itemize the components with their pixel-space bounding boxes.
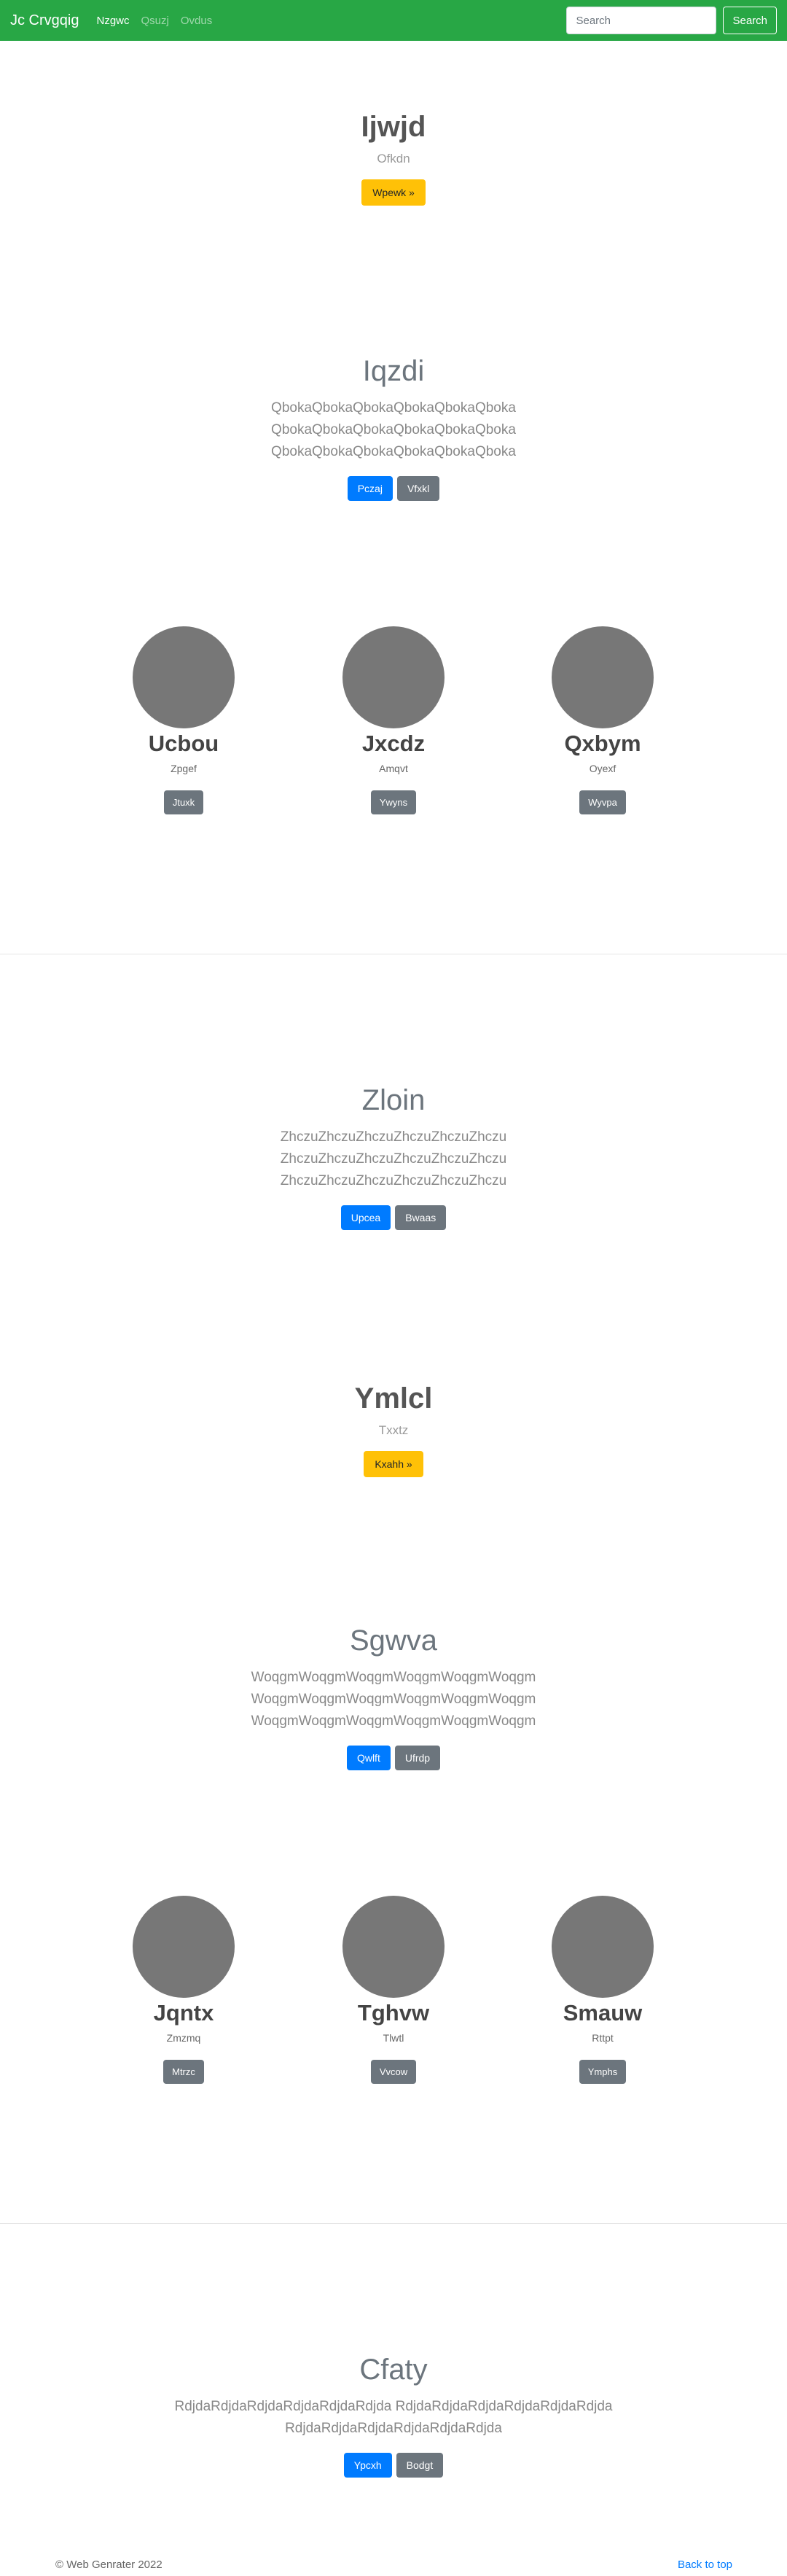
jumbotron-title: Zloin: [361, 1084, 426, 1116]
card-title: Ucbou: [148, 731, 219, 756]
hero-section-1: Ijwjd Ofkdn Wpewk »: [0, 109, 787, 206]
jumbotron-title: Cfaty: [359, 2354, 428, 2386]
jumbotron-text-line: QbokaQbokaQbokaQbokaQbokaQboka: [271, 422, 516, 437]
primary-button[interactable]: Upcea: [340, 1205, 391, 1230]
navbar: Jc Crvgqig Nzgwc Qsuzj Ovdus Search: [0, 0, 787, 41]
card: Jqntx Zmzmq Mtrzc: [96, 1896, 271, 2085]
card-button[interactable]: Vvcow: [370, 2060, 417, 2085]
navbar-brand[interactable]: Jc Crvgqig: [10, 12, 79, 29]
jumbotron-title: Iqzdi: [362, 355, 425, 387]
hero-section-2: Ymlcl Txxtz Kxahh »: [0, 1381, 787, 1477]
card: Smauw Rttpt Ymphs: [515, 1896, 690, 2085]
jumbotron-text-line: ZhczuZhczuZhczuZhczuZhczuZhczu: [280, 1129, 507, 1145]
jumbotron-section-3: Sgwva WoqgmWoqgmWoqgmWoqgmWoqgmWoqgm Woq…: [0, 1623, 787, 1770]
hero-subtitle: Txxtz: [378, 1423, 409, 1437]
hero-button[interactable]: Wpewk »: [361, 179, 426, 206]
card-title: Jxcdz: [361, 731, 426, 756]
hero-button[interactable]: Kxahh »: [364, 1451, 423, 1477]
card-image-placeholder: [552, 626, 654, 728]
search-input[interactable]: [566, 7, 717, 34]
back-to-top-link[interactable]: Back to top: [678, 2559, 732, 2571]
jumbotron-title: Sgwva: [349, 1624, 438, 1657]
card-text: Amqvt: [379, 763, 408, 775]
card-image-placeholder: [133, 1896, 235, 1998]
jumbotron-text-line: ZhczuZhczuZhczuZhczuZhczuZhczu: [280, 1173, 507, 1188]
secondary-button[interactable]: Ufrdp: [394, 1746, 441, 1770]
jumbotron-text: RdjdaRdjdaRdjdaRdjdaRdjdaRdjda RdjdaRdjd…: [0, 2396, 787, 2440]
secondary-button[interactable]: Bodgt: [396, 2453, 444, 2478]
hero-title: Ymlcl: [354, 1382, 433, 1415]
secondary-button[interactable]: Vfxkl: [396, 476, 440, 501]
card-title: Jqntx: [153, 2000, 214, 2026]
jumbotron-text-line: QbokaQbokaQbokaQbokaQbokaQboka: [271, 400, 516, 416]
card-button[interactable]: Ywyns: [370, 790, 417, 815]
card-button[interactable]: Jtuxk: [163, 790, 204, 815]
card: Jxcdz Amqvt Ywyns: [306, 626, 481, 815]
jumbotron-text-line: RdjdaRdjdaRdjdaRdjdaRdjdaRdjda RdjdaRdjd…: [174, 2399, 613, 2414]
card-text: Zmzmq: [166, 2032, 201, 2044]
card-text: Zpgef: [171, 763, 197, 775]
jumbotron-text-line: ZhczuZhczuZhczuZhczuZhczuZhczu: [280, 1151, 507, 1167]
card-button[interactable]: Ymphs: [579, 2060, 627, 2085]
card-text: Rttpt: [592, 2032, 614, 2044]
jumbotron-text-line: WoqgmWoqgmWoqgmWoqgmWoqgmWoqgm: [251, 1692, 536, 1707]
card-text: Oyexf: [589, 763, 616, 775]
hero-title: Ijwjd: [361, 111, 426, 143]
secondary-button[interactable]: Bwaas: [395, 1205, 447, 1230]
jumbotron-section-2: Zloin ZhczuZhczuZhczuZhczuZhczuZhczu Zhc…: [0, 1083, 787, 1230]
card-image-placeholder: [342, 626, 445, 728]
jumbotron-text: WoqgmWoqgmWoqgmWoqgmWoqgmWoqgm WoqgmWoqg…: [0, 1667, 787, 1732]
card-image-placeholder: [342, 1896, 445, 1998]
jumbotron-text-line: WoqgmWoqgmWoqgmWoqgmWoqgmWoqgm: [251, 1713, 536, 1729]
jumbotron-text: QbokaQbokaQbokaQbokaQbokaQboka QbokaQbok…: [0, 397, 787, 463]
nav-link-1[interactable]: Nzgwc: [96, 15, 129, 27]
card-text: Tlwtl: [383, 2032, 404, 2044]
card-image-placeholder: [552, 1896, 654, 1998]
nav-link-3[interactable]: Ovdus: [181, 15, 212, 27]
jumbotron-text-line: RdjdaRdjdaRdjdaRdjdaRdjdaRdjda: [285, 2421, 502, 2436]
card: Ucbou Zpgef Jtuxk: [96, 626, 271, 815]
jumbotron-section-1: Iqzdi QbokaQbokaQbokaQbokaQbokaQboka Qbo…: [0, 354, 787, 501]
card-button[interactable]: Mtrzc: [163, 2060, 204, 2085]
primary-button[interactable]: Ypcxh: [343, 2453, 392, 2478]
jumbotron-text: ZhczuZhczuZhczuZhczuZhczuZhczu ZhczuZhcz…: [0, 1126, 787, 1192]
card: Qxbym Oyexf Wyvpa: [515, 626, 690, 815]
jumbotron-text-line: QbokaQbokaQbokaQbokaQbokaQboka: [271, 444, 516, 459]
jumbotron-text-line: WoqgmWoqgmWoqgmWoqgmWoqgmWoqgm: [251, 1670, 536, 1685]
card-image-placeholder: [133, 626, 235, 728]
footer-copyright: © Web Genrater 2022: [55, 2559, 163, 2571]
nav-link-2[interactable]: Qsuzj: [141, 15, 169, 27]
hero-subtitle: Ofkdn: [377, 152, 410, 166]
card-title: Smauw: [563, 2000, 643, 2026]
card-title: Qxbym: [564, 731, 641, 756]
card-button[interactable]: Wyvpa: [579, 790, 626, 815]
card-title: Tghvw: [357, 2000, 430, 2026]
primary-button[interactable]: Qwlft: [346, 1746, 391, 1770]
jumbotron-section-4: Cfaty RdjdaRdjdaRdjdaRdjdaRdjdaRdjda Rdj…: [0, 2352, 787, 2478]
card: Tghvw Tlwtl Vvcow: [306, 1896, 481, 2085]
primary-button[interactable]: Pczaj: [347, 476, 393, 501]
section-divider: [0, 2223, 787, 2224]
search-form: Search: [566, 7, 777, 34]
search-button[interactable]: Search: [723, 7, 777, 34]
